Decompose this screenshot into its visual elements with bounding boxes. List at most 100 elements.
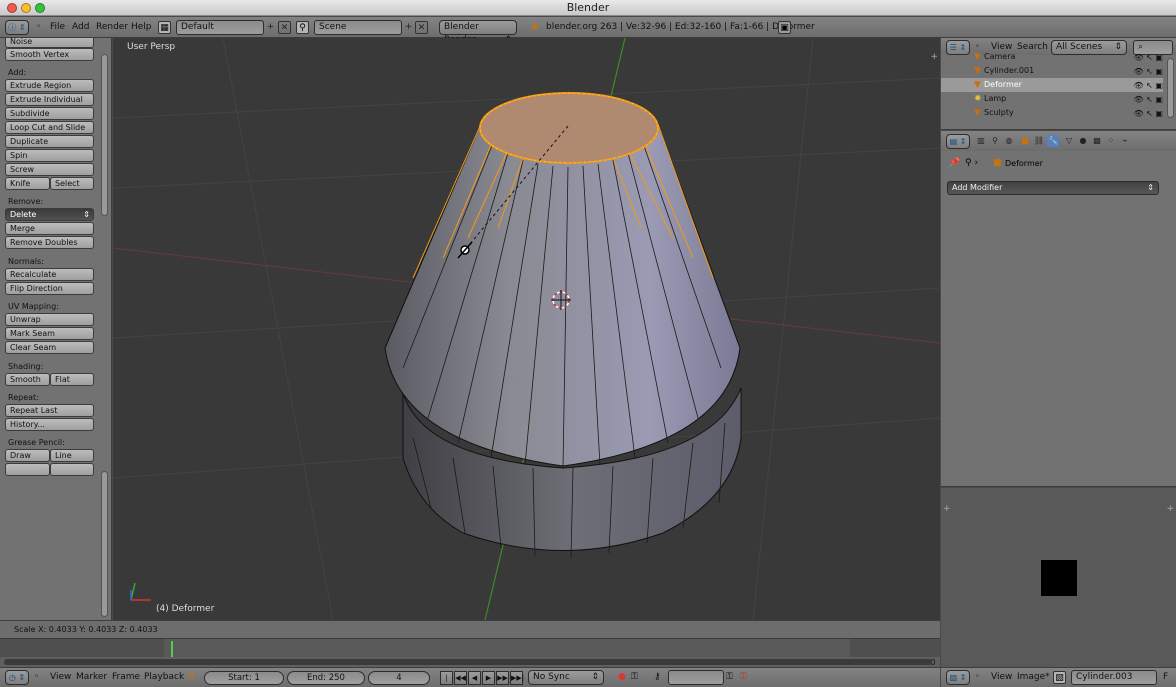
3d-viewport[interactable]: User Persp (4) Deformer + <box>113 38 940 620</box>
constraints-tab-icon[interactable]: ⛓ <box>1033 135 1045 147</box>
render-engine-dropdown[interactable]: Blender Render ⇕ <box>439 20 517 45</box>
timeline-menu-marker[interactable]: Marker <box>76 672 107 682</box>
delete-keyframe-icon[interactable]: ⚿ <box>740 672 747 682</box>
timeline-current-frame-marker[interactable] <box>171 641 173 657</box>
visibility-icon[interactable]: 👁 ↖ ▣ <box>1133 65 1163 79</box>
remove-scene-icon[interactable]: ✕ <box>415 21 428 34</box>
remove-doubles-button[interactable]: Remove Doubles <box>5 236 94 249</box>
timeline-scrollbar[interactable] <box>4 659 932 665</box>
image-editor[interactable]: + + <box>941 488 1176 667</box>
jump-keyframe-back-icon[interactable]: ◀◀ <box>454 671 467 685</box>
screen-layout-field[interactable]: Default <box>176 20 264 35</box>
play-reverse-icon[interactable]: ◀ <box>468 671 481 685</box>
particles-tab-icon[interactable]: ⁘ <box>1105 135 1117 147</box>
flat-button[interactable]: Flat <box>50 373 94 386</box>
outliner-row-lamp[interactable]: ✸ Lamp 👁 ↖ ▣ <box>941 92 1163 106</box>
play-icon[interactable]: ▶ <box>482 671 495 685</box>
image-menu-image[interactable]: Image* <box>1017 672 1050 682</box>
toggle-properties-plus-icon[interactable]: + <box>930 52 938 62</box>
clear-seam-button[interactable]: Clear Seam <box>5 341 94 354</box>
timeline-editor-type-icon[interactable]: ◷ ⇕ <box>5 670 29 685</box>
scene-tab-icon[interactable]: ⚲ <box>989 135 1001 147</box>
history-button[interactable]: History... <box>5 418 94 431</box>
remove-screen-icon[interactable]: ✕ <box>278 21 291 34</box>
image-name-field[interactable]: Cylinder.003 <box>1071 670 1157 685</box>
editor-type-icon[interactable]: ⓘ ⇕ <box>5 20 29 35</box>
properties-editor-type-icon[interactable]: ▤ ⇕ <box>946 134 970 149</box>
recalculate-button[interactable]: Recalculate <box>5 268 94 281</box>
unwrap-button[interactable]: Unwrap <box>5 313 94 326</box>
erase-button[interactable] <box>50 463 94 476</box>
preview-range-icon[interactable]: ◔ <box>187 672 195 682</box>
visibility-icon[interactable]: 👁 ↖ ▣ <box>1133 79 1163 93</box>
object-tab-icon[interactable]: ■ <box>1019 135 1031 147</box>
timeline-collapse-icon[interactable]: ◦ <box>34 672 39 682</box>
add-scene-icon[interactable]: + <box>402 21 415 34</box>
pin-icon[interactable]: 📌 <box>949 158 960 168</box>
jump-start-icon[interactable]: |◀◀ <box>440 671 453 687</box>
jump-end-icon[interactable]: ▶▶| <box>510 671 524 685</box>
screen-layout-icon[interactable]: ▦ <box>158 21 171 34</box>
data-tab-icon[interactable]: ▽ <box>1063 135 1075 147</box>
noise-button[interactable]: Noise <box>5 38 94 48</box>
scene-field[interactable]: Scene <box>314 20 402 35</box>
zoom-window-button[interactable] <box>35 3 45 13</box>
timeline-menu-view[interactable]: View <box>50 672 71 682</box>
record-icon[interactable]: ● <box>618 672 626 682</box>
timeline-menu-playback[interactable]: Playback <box>144 672 184 682</box>
visibility-icon[interactable]: 👁 ↖ ▣ <box>1133 51 1163 65</box>
fullscreen-icon[interactable]: ▣ <box>778 21 791 34</box>
menu-help[interactable]: Help <box>131 21 152 34</box>
menu-add[interactable]: Add <box>72 21 89 34</box>
knife-select-button[interactable]: Select <box>50 177 94 190</box>
flip-direction-button[interactable]: Flip Direction <box>5 282 94 295</box>
fake-user-button[interactable]: F <box>1163 672 1168 682</box>
keying-icon[interactable]: ⚿ <box>631 672 638 682</box>
visibility-icon[interactable]: 👁 ↖ ▣ <box>1133 107 1163 121</box>
keying-set-field[interactable] <box>668 670 724 685</box>
mark-seam-button[interactable]: Mark Seam <box>5 327 94 340</box>
jump-keyframe-forward-icon[interactable]: ▶▶ <box>496 671 509 685</box>
add-screen-icon[interactable]: + <box>264 21 277 34</box>
keying-set-icon[interactable]: ⚷ <box>654 672 661 682</box>
spin-button[interactable]: Spin <box>5 149 94 162</box>
extrude-individual-button[interactable]: Extrude Individual <box>5 93 94 106</box>
image-collapse-icon[interactable]: ◦ <box>975 672 980 682</box>
insert-keyframe-icon[interactable]: ⚿ <box>726 672 733 682</box>
tool-shelf-scrollbar[interactable] <box>101 471 108 617</box>
world-tab-icon[interactable]: ◍ <box>1003 135 1015 147</box>
sync-mode-dropdown[interactable]: No Sync ⇕ <box>528 670 604 685</box>
current-frame-field[interactable]: 4 <box>368 671 430 685</box>
subdivide-button[interactable]: Subdivide <box>5 107 94 120</box>
outliner-row-deformer[interactable]: ▼ Deformer 👁 ↖ ▣ <box>941 78 1163 92</box>
menu-render[interactable]: Render <box>96 21 128 34</box>
extrude-region-button[interactable]: Extrude Region <box>5 79 94 92</box>
poly-button[interactable] <box>5 463 50 476</box>
toggle-properties-plus-icon[interactable]: + <box>1166 504 1174 514</box>
image-browse-icon[interactable]: ▨ <box>1053 671 1066 684</box>
image-menu-view[interactable]: View <box>991 672 1012 682</box>
smooth-button[interactable]: Smooth <box>5 373 50 386</box>
repeat-last-button[interactable]: Repeat Last <box>5 404 94 417</box>
timeline[interactable]: -50-40-30-20-100102030405060708090100110… <box>0 638 940 667</box>
physics-tab-icon[interactable]: ⌁ <box>1119 135 1131 147</box>
end-frame-field[interactable]: End: 250 <box>287 671 365 685</box>
delete-dropdown[interactable]: Delete ⇕ <box>5 208 94 221</box>
toggle-toolbar-plus-icon[interactable]: + <box>943 504 951 514</box>
menu-file[interactable]: File <box>50 21 65 34</box>
visibility-icon[interactable]: 👁 ↖ ▣ <box>1133 93 1163 107</box>
duplicate-button[interactable]: Duplicate <box>5 135 94 148</box>
material-tab-icon[interactable]: ● <box>1077 135 1089 147</box>
draw-button[interactable]: Draw <box>5 449 50 462</box>
image-editor-type-icon[interactable]: ▨ ⇕ <box>946 670 970 685</box>
screw-button[interactable]: Screw <box>5 163 94 176</box>
line-button[interactable]: Line <box>50 449 94 462</box>
smooth-vertex-button[interactable]: Smooth Vertex <box>5 48 94 61</box>
timeline-menu-frame[interactable]: Frame <box>112 672 140 682</box>
scene-icon[interactable]: ⚲ <box>296 21 309 34</box>
tool-shelf-scrollbar-top[interactable] <box>101 54 108 216</box>
outliner-row-sculpty[interactable]: ▼ Sculpty 👁 ↖ ▣ <box>941 106 1163 120</box>
start-frame-field[interactable]: Start: 1 <box>204 671 284 685</box>
texture-tab-icon[interactable]: ▩ <box>1091 135 1103 147</box>
close-window-button[interactable] <box>7 3 17 13</box>
